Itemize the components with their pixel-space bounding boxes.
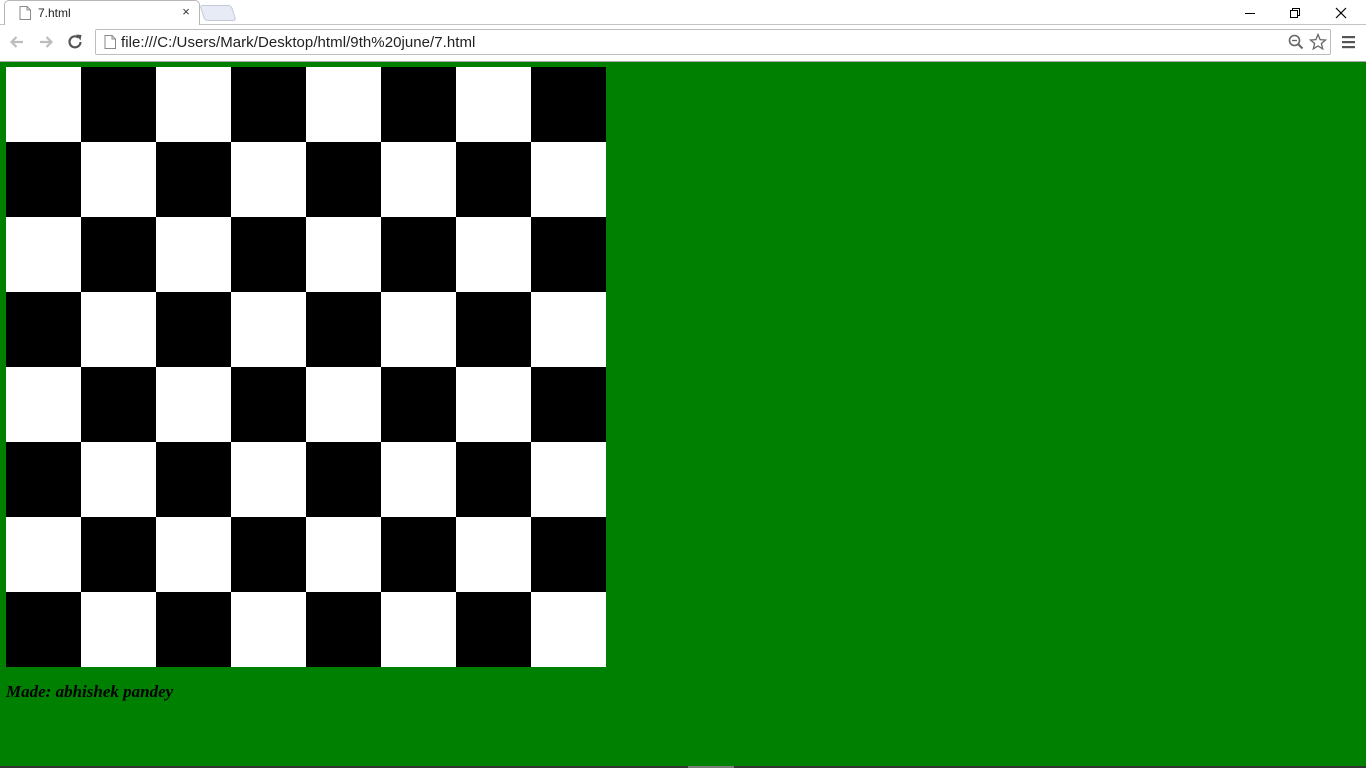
board-square xyxy=(306,292,381,367)
board-square xyxy=(381,592,456,667)
toolbar: file:///C:/Users/Mark/Desktop/html/9th%2… xyxy=(0,25,1366,61)
minimize-icon xyxy=(1245,12,1255,14)
board-square xyxy=(231,442,306,517)
forward-button[interactable] xyxy=(35,31,57,53)
page-content: Made: abhishek pandey xyxy=(0,62,1366,768)
credit-text: Made: abhishek pandey xyxy=(6,682,174,701)
board-square xyxy=(456,142,531,217)
close-window-button[interactable] xyxy=(1318,0,1364,25)
board-square xyxy=(456,367,531,442)
board-square xyxy=(306,142,381,217)
board-square xyxy=(6,217,81,292)
tab-close-icon[interactable]: × xyxy=(179,5,193,19)
reload-button[interactable] xyxy=(64,31,86,53)
board-square xyxy=(381,292,456,367)
tab-active[interactable]: 7.html × xyxy=(4,0,200,25)
chess-board xyxy=(6,67,606,667)
board-square xyxy=(306,67,381,142)
hamburger-menu-icon[interactable] xyxy=(1339,32,1359,52)
board-square xyxy=(231,517,306,592)
board-square xyxy=(381,142,456,217)
board-square xyxy=(6,292,81,367)
board-square xyxy=(6,517,81,592)
board-square xyxy=(531,142,606,217)
board-square xyxy=(231,67,306,142)
board-square xyxy=(456,592,531,667)
board-square xyxy=(231,142,306,217)
board-square xyxy=(156,292,231,367)
back-icon xyxy=(9,36,23,48)
board-square xyxy=(156,517,231,592)
board-square xyxy=(81,217,156,292)
zoom-icon[interactable] xyxy=(1287,33,1305,51)
reload-icon xyxy=(68,34,82,49)
board-square xyxy=(6,142,81,217)
board-square xyxy=(306,442,381,517)
page-icon xyxy=(104,35,116,49)
bookmark-star-icon[interactable] xyxy=(1309,33,1327,51)
board-square xyxy=(306,517,381,592)
board-square xyxy=(381,67,456,142)
board-square xyxy=(81,67,156,142)
board-square xyxy=(306,217,381,292)
board-square xyxy=(531,442,606,517)
restore-button[interactable] xyxy=(1272,0,1318,25)
board-square xyxy=(156,367,231,442)
address-bar[interactable]: file:///C:/Users/Mark/Desktop/html/9th%2… xyxy=(95,29,1331,55)
board-square xyxy=(6,592,81,667)
url-text[interactable]: file:///C:/Users/Mark/Desktop/html/9th%2… xyxy=(121,34,475,51)
board-square xyxy=(381,517,456,592)
board-square xyxy=(456,517,531,592)
board-square xyxy=(381,367,456,442)
browser-chrome: 7.html × file:///C:/Users/Mark/Desktop/h… xyxy=(0,0,1366,62)
board-square xyxy=(6,442,81,517)
board-square xyxy=(381,217,456,292)
board-square xyxy=(381,442,456,517)
board-square xyxy=(306,592,381,667)
board-square xyxy=(231,592,306,667)
board-square xyxy=(531,67,606,142)
board-square xyxy=(81,142,156,217)
board-square xyxy=(456,442,531,517)
board-square xyxy=(156,442,231,517)
board-square xyxy=(81,292,156,367)
board-square xyxy=(6,367,81,442)
board-square xyxy=(456,217,531,292)
tab-title: 7.html xyxy=(38,6,71,20)
close-icon xyxy=(1335,7,1347,18)
board-square xyxy=(531,292,606,367)
board-square xyxy=(531,517,606,592)
board-square xyxy=(81,592,156,667)
board-square xyxy=(231,292,306,367)
board-square xyxy=(306,367,381,442)
minimize-button[interactable] xyxy=(1227,0,1273,25)
board-square xyxy=(531,367,606,442)
forward-icon xyxy=(40,36,54,48)
new-tab-button[interactable] xyxy=(199,5,237,21)
board-square xyxy=(81,367,156,442)
board-square xyxy=(456,292,531,367)
back-button[interactable] xyxy=(6,31,28,53)
board-square xyxy=(156,67,231,142)
tab-strip: 7.html × xyxy=(0,0,1366,25)
board-square xyxy=(156,217,231,292)
page-icon xyxy=(19,6,31,20)
restore-icon xyxy=(1290,7,1300,18)
board-square xyxy=(456,67,531,142)
board-square xyxy=(156,142,231,217)
board-square xyxy=(531,592,606,667)
board-square xyxy=(531,217,606,292)
board-square xyxy=(6,67,81,142)
board-square xyxy=(231,367,306,442)
board-square xyxy=(81,517,156,592)
board-square xyxy=(81,442,156,517)
board-square xyxy=(231,217,306,292)
board-square xyxy=(156,592,231,667)
